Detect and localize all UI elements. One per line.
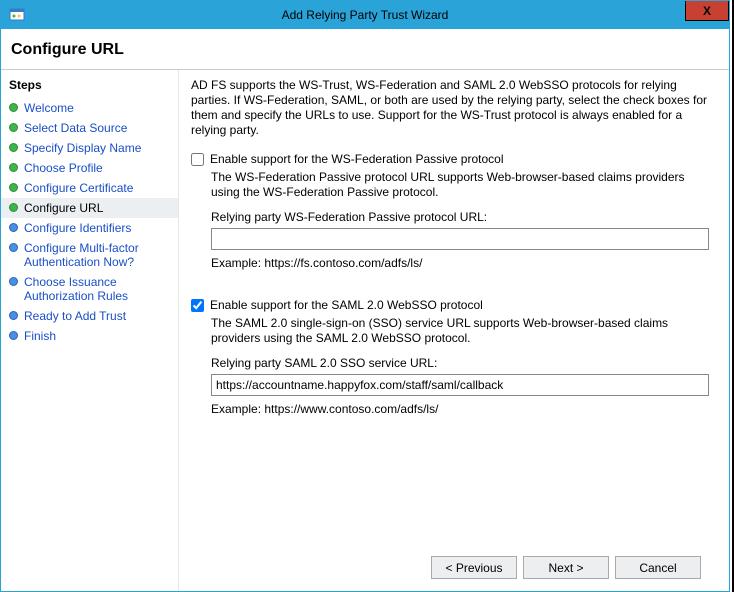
step-item[interactable]: Welcome xyxy=(1,98,178,118)
step-bullet-icon xyxy=(9,143,18,152)
step-label: Configure Identifiers xyxy=(24,221,172,235)
step-item[interactable]: Configure Certificate xyxy=(1,178,178,198)
saml-checkbox-row[interactable]: Enable support for the SAML 2.0 WebSSO p… xyxy=(191,298,715,312)
wsfed-url-label: Relying party WS-Federation Passive prot… xyxy=(211,210,715,224)
close-button[interactable]: X xyxy=(685,1,729,21)
step-bullet-icon xyxy=(9,311,18,320)
wsfed-checkbox-label[interactable]: Enable support for the WS-Federation Pas… xyxy=(210,152,503,166)
wsfed-url-input[interactable] xyxy=(211,228,709,250)
step-item[interactable]: Configure URL xyxy=(1,198,178,218)
step-label: Choose Issuance Authorization Rules xyxy=(24,275,172,303)
step-label: Choose Profile xyxy=(24,161,172,175)
step-item[interactable]: Select Data Source xyxy=(1,118,178,138)
wsfed-description: The WS-Federation Passive protocol URL s… xyxy=(211,170,715,200)
wsfed-checkbox-row[interactable]: Enable support for the WS-Federation Pas… xyxy=(191,152,715,166)
step-bullet-icon xyxy=(9,163,18,172)
steps-sidebar: Steps Welcome Select Data Source Specify D… xyxy=(1,70,179,591)
step-bullet-icon xyxy=(9,203,18,212)
cancel-button[interactable]: Cancel xyxy=(615,556,701,579)
step-label: Welcome xyxy=(24,101,172,115)
step-bullet-icon xyxy=(9,331,18,340)
saml-url-label: Relying party SAML 2.0 SSO service URL: xyxy=(211,356,715,370)
step-bullet-icon xyxy=(9,183,18,192)
step-label: Configure URL xyxy=(24,201,172,215)
previous-button[interactable]: < Previous xyxy=(431,556,517,579)
page-title: Configure URL xyxy=(1,29,729,69)
window-title: Add Relying Party Trust Wizard xyxy=(1,8,729,22)
titlebar: Add Relying Party Trust Wizard X xyxy=(1,1,729,29)
steps-title: Steps xyxy=(1,74,178,98)
wsfed-checkbox[interactable] xyxy=(191,153,204,166)
step-label: Configure Multi-factor Authentication No… xyxy=(24,241,172,269)
button-row: < Previous Next > Cancel xyxy=(191,546,715,591)
step-bullet-icon xyxy=(9,243,18,252)
wsfed-example: Example: https://fs.contoso.com/adfs/ls/ xyxy=(211,256,715,270)
step-label: Configure Certificate xyxy=(24,181,172,195)
step-item[interactable]: Finish xyxy=(1,326,178,346)
saml-checkbox-label[interactable]: Enable support for the SAML 2.0 WebSSO p… xyxy=(210,298,483,312)
step-label: Finish xyxy=(24,329,172,343)
next-button[interactable]: Next > xyxy=(523,556,609,579)
step-item[interactable]: Specify Display Name xyxy=(1,138,178,158)
step-bullet-icon xyxy=(9,103,18,112)
close-icon: X xyxy=(703,4,711,18)
step-label: Ready to Add Trust xyxy=(24,309,172,323)
step-label: Select Data Source xyxy=(24,121,172,135)
saml-url-input[interactable] xyxy=(211,374,709,396)
step-bullet-icon xyxy=(9,277,18,286)
body: Steps Welcome Select Data Source Specify D… xyxy=(1,70,729,591)
saml-example: Example: https://www.contoso.com/adfs/ls… xyxy=(211,402,715,416)
intro-text: AD FS supports the WS-Trust, WS-Federati… xyxy=(191,78,715,138)
step-bullet-icon xyxy=(9,123,18,132)
step-item[interactable]: Configure Multi-factor Authentication No… xyxy=(1,238,178,272)
step-item[interactable]: Choose Issuance Authorization Rules xyxy=(1,272,178,306)
step-item[interactable]: Ready to Add Trust xyxy=(1,306,178,326)
saml-description: The SAML 2.0 single-sign-on (SSO) servic… xyxy=(211,316,715,346)
content-panel: AD FS supports the WS-Trust, WS-Federati… xyxy=(179,70,729,591)
wizard-window: Add Relying Party Trust Wizard X Configu… xyxy=(0,0,730,592)
step-item[interactable]: Choose Profile xyxy=(1,158,178,178)
saml-checkbox[interactable] xyxy=(191,299,204,312)
step-item[interactable]: Configure Identifiers xyxy=(1,218,178,238)
step-label: Specify Display Name xyxy=(24,141,172,155)
step-bullet-icon xyxy=(9,223,18,232)
